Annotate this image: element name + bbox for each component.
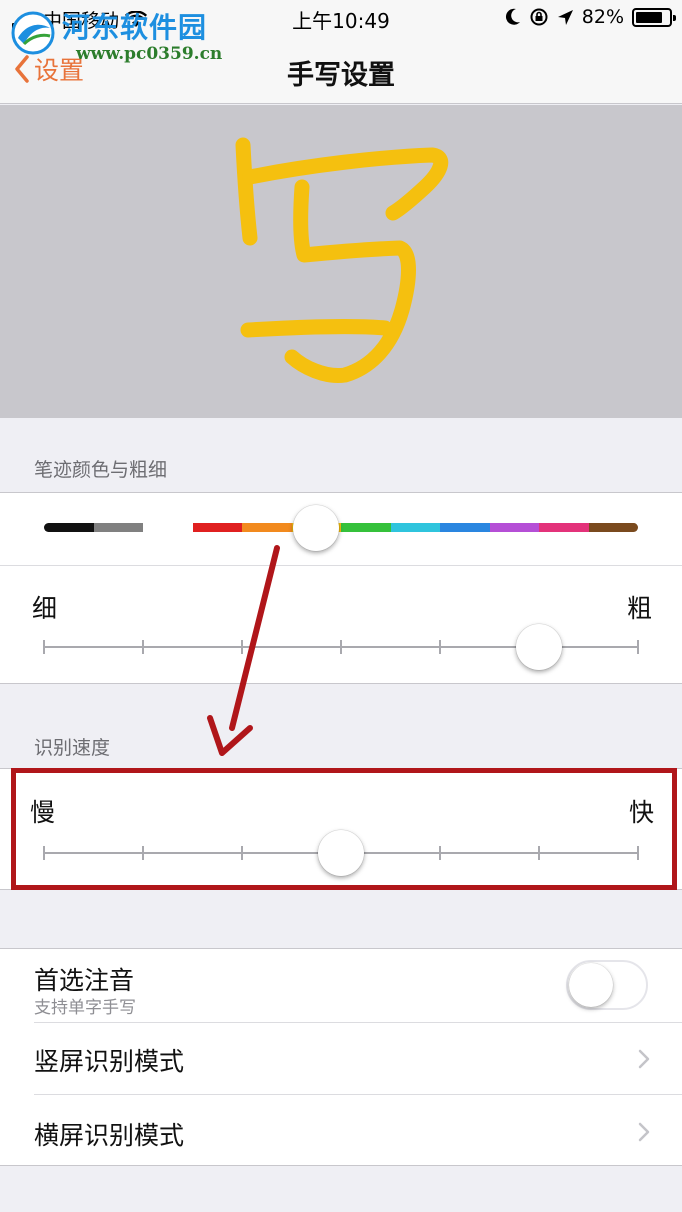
preferred-zhuyin-subtitle: 支持单字手写	[34, 998, 136, 1018]
separator	[34, 1022, 682, 1023]
chevron-right-icon	[638, 1122, 650, 1142]
portrait-mode-label: 竖屏识别模式	[34, 1047, 185, 1076]
separator	[34, 1094, 682, 1095]
chevron-right-icon	[638, 1049, 650, 1069]
toggle-knob	[569, 963, 613, 1007]
options-group: 首选注音 支持单字手写 竖屏识别模式 横屏识别模式	[0, 948, 682, 1166]
landscape-mode-label: 横屏识别模式	[34, 1121, 185, 1150]
preferred-zhuyin-title: 首选注音	[34, 966, 135, 995]
preferred-zhuyin-toggle[interactable]	[566, 960, 648, 1010]
